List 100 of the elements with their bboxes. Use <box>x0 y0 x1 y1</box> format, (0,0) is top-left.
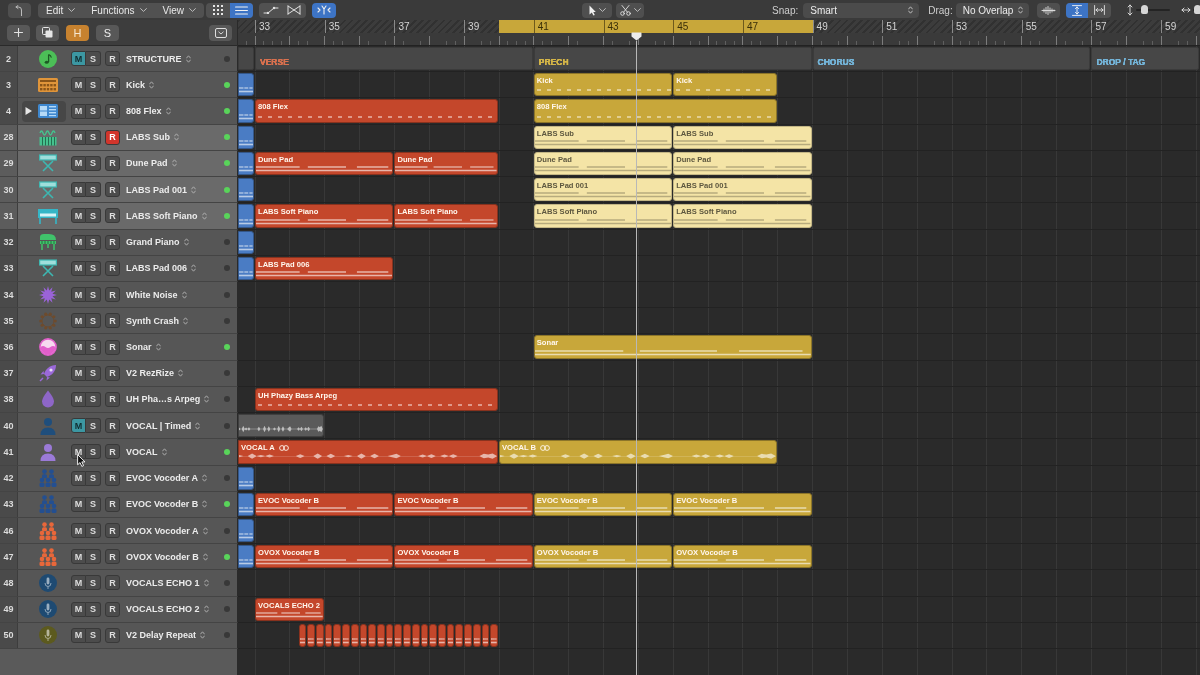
track-header[interactable]: 4 M S R 808 Flex <box>0 98 238 125</box>
record-button[interactable]: R <box>105 470 120 486</box>
solo-button[interactable]: S <box>86 365 101 381</box>
track-header[interactable]: 48 M S R VOCALS ECHO 1 <box>0 570 238 597</box>
midi-region[interactable] <box>464 623 472 648</box>
midi-region[interactable] <box>368 623 376 648</box>
mute-button[interactable]: M <box>71 627 86 643</box>
record-button[interactable]: R <box>105 77 120 93</box>
solo-button[interactable]: S <box>86 208 101 224</box>
midi-region[interactable] <box>307 623 315 648</box>
duplicate-track-button[interactable] <box>36 24 59 41</box>
midi-region[interactable] <box>481 623 490 648</box>
midi-region[interactable] <box>490 623 498 648</box>
midi-region[interactable] <box>238 204 254 228</box>
solo-button[interactable]: S <box>86 51 101 67</box>
track-header[interactable]: 36 M S R Sonar <box>0 334 238 361</box>
solo-button[interactable]: S <box>86 234 101 250</box>
track-header[interactable]: 50 M S R V2 Delay Repeat <box>0 622 238 650</box>
solo-button[interactable]: S <box>86 575 101 591</box>
solo-button[interactable]: S <box>86 418 101 434</box>
midi-region[interactable] <box>446 623 455 648</box>
mute-button[interactable]: M <box>71 129 86 145</box>
solo-button[interactable]: S <box>86 391 101 407</box>
record-button[interactable]: R <box>105 339 120 355</box>
midi-region[interactable] <box>238 466 254 490</box>
midi-region[interactable] <box>394 623 403 648</box>
midi-region[interactable] <box>238 256 254 280</box>
pointer-tool-button[interactable] <box>582 2 613 18</box>
arrangement-marker[interactable]: PRECH <box>533 47 812 71</box>
solo-button[interactable]: S <box>86 129 101 145</box>
menu-button[interactable]: Functions <box>83 2 155 18</box>
track-header[interactable]: 46 M S R OVOX Vocoder A <box>0 517 238 545</box>
track-header[interactable]: 43 M S R EVOC Vocoder B <box>0 491 238 518</box>
solo-button[interactable]: S <box>86 313 101 329</box>
slider-thumb[interactable] <box>1194 5 1200 14</box>
mute-button[interactable]: M <box>71 260 86 276</box>
menu-button[interactable]: Edit <box>38 2 84 18</box>
record-button[interactable]: R <box>105 313 120 329</box>
mute-button[interactable]: M <box>71 77 86 93</box>
mute-button[interactable]: M <box>71 234 86 250</box>
slider-thumb[interactable] <box>1141 5 1148 14</box>
midi-region[interactable] <box>411 623 420 648</box>
midi-region[interactable] <box>420 623 429 648</box>
record-button[interactable]: R <box>105 601 120 617</box>
catch-button[interactable] <box>312 2 337 18</box>
mute-button[interactable]: M <box>71 208 86 224</box>
track-header[interactable]: 30 M S R LABS Pad 001 <box>0 177 238 204</box>
level-up-button[interactable] <box>8 2 31 18</box>
record-button[interactable]: R <box>105 156 120 171</box>
mute-button[interactable]: M <box>71 549 86 565</box>
solo-button[interactable]: S <box>86 77 101 93</box>
record-button[interactable]: R <box>105 575 120 591</box>
arrangement-marker[interactable]: CHORUS <box>812 47 1091 71</box>
track-header[interactable]: 32 M S R Grand Piano <box>0 229 238 256</box>
scissors-tool-button[interactable] <box>616 2 645 18</box>
midi-region[interactable] <box>472 623 481 648</box>
track-header[interactable]: 49 M S R VOCALS ECHO 2 <box>0 596 238 623</box>
track-header[interactable]: 34 M S R White Noise <box>0 281 238 309</box>
mute-button[interactable]: M <box>71 418 86 434</box>
audio-region[interactable] <box>238 414 324 438</box>
record-button[interactable]: R <box>105 51 120 67</box>
track-header[interactable]: 29 M S R Dune Pad <box>0 150 238 178</box>
track-header[interactable]: 38 M S R UH Pha…s Arpeg <box>0 386 238 414</box>
record-button[interactable]: R <box>105 496 120 512</box>
letter-toggle-button[interactable]: S <box>96 24 119 41</box>
midi-region[interactable] <box>333 623 342 648</box>
midi-region[interactable] <box>437 623 446 648</box>
midi-region[interactable] <box>238 545 254 569</box>
record-button[interactable]: R <box>105 391 120 407</box>
track-header[interactable]: 31 M S R LABS Soft Piano <box>0 203 238 230</box>
disclosure-triangle-icon[interactable] <box>24 107 32 116</box>
mute-button[interactable]: M <box>71 391 86 407</box>
arrangement-marker[interactable] <box>238 47 254 71</box>
track-header[interactable]: 42 M S R EVOC Vocoder A <box>0 465 238 492</box>
record-button[interactable]: R <box>105 444 120 460</box>
track-header[interactable]: 40 M S R VOCAL | Timed <box>0 413 238 440</box>
solo-button[interactable]: S <box>86 496 101 512</box>
midi-region[interactable] <box>238 178 254 202</box>
solo-button[interactable]: S <box>86 339 101 355</box>
mute-button[interactable]: M <box>71 365 86 381</box>
midi-region[interactable] <box>238 151 254 176</box>
mute-button[interactable]: M <box>71 182 86 198</box>
mute-button[interactable]: M <box>71 496 86 512</box>
playhead-handle[interactable] <box>630 32 642 41</box>
mute-button[interactable]: M <box>71 470 86 486</box>
track-header[interactable]: 3 M S R Kick <box>0 72 238 99</box>
record-button[interactable]: R <box>105 523 120 539</box>
solo-button[interactable]: S <box>86 627 101 643</box>
midi-region[interactable] <box>403 623 411 648</box>
midi-region[interactable] <box>316 623 324 648</box>
mute-button[interactable]: M <box>71 575 86 591</box>
midi-region[interactable] <box>385 623 394 648</box>
mute-button[interactable]: M <box>71 156 86 171</box>
midi-region[interactable] <box>238 73 254 97</box>
record-button[interactable]: R <box>105 365 120 381</box>
record-button[interactable]: R <box>105 129 120 145</box>
midi-region[interactable] <box>429 623 437 648</box>
mute-button[interactable]: M <box>71 523 86 539</box>
record-button[interactable]: R <box>105 418 120 434</box>
track-header[interactable]: 35 M S R Synth Crash <box>0 308 238 335</box>
